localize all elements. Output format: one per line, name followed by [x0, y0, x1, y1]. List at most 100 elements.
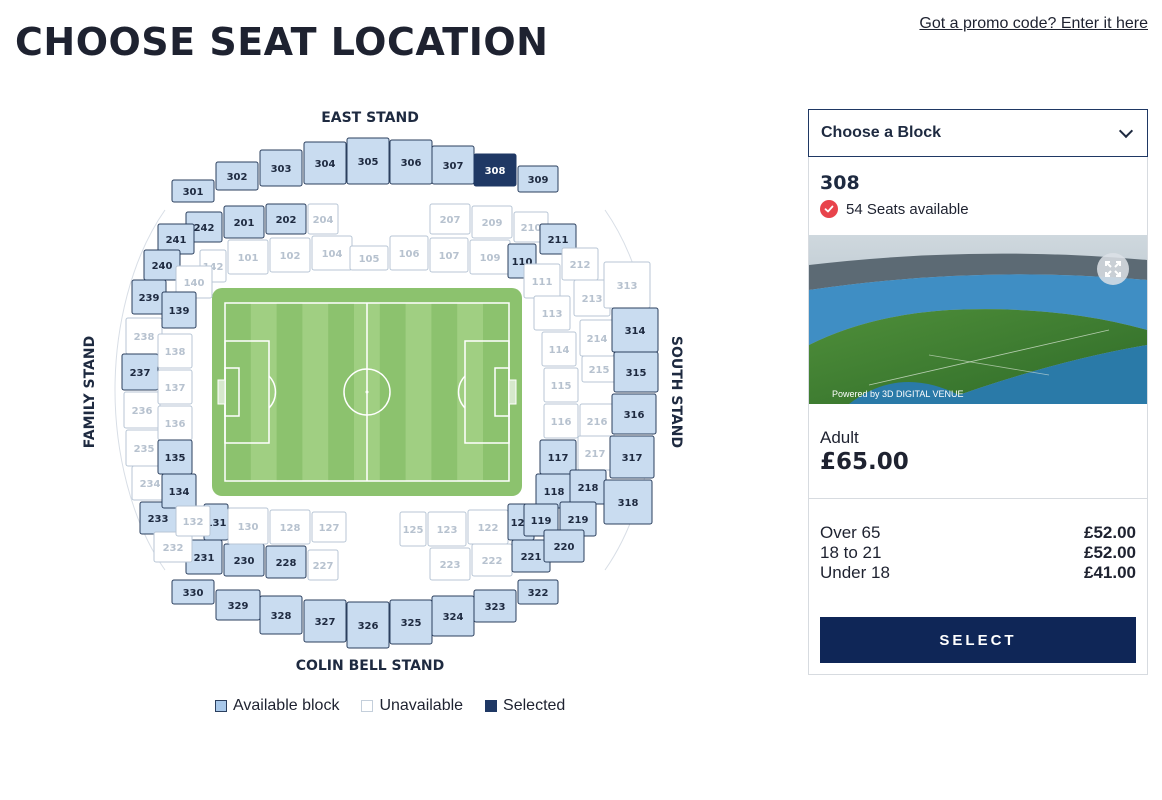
- block-shape[interactable]: [303, 599, 347, 643]
- block-135[interactable]: 135: [157, 439, 193, 475]
- block-303[interactable]: 303: [259, 149, 303, 187]
- block-shape[interactable]: [517, 579, 559, 605]
- block-324[interactable]: 324: [431, 595, 475, 637]
- block-201[interactable]: 201: [223, 205, 265, 239]
- block-220[interactable]: 220: [543, 529, 585, 563]
- map-legend: Available block Unavailable Selected: [215, 697, 587, 715]
- block-shape[interactable]: [473, 153, 517, 187]
- block-240[interactable]: 240: [143, 249, 181, 281]
- block-301[interactable]: 301: [171, 179, 215, 203]
- pitch-stripe: [250, 303, 277, 481]
- block-shape[interactable]: [223, 543, 265, 577]
- block-shape[interactable]: [473, 589, 517, 623]
- block-shape: [157, 369, 193, 405]
- stadium-view-illustration: [809, 235, 1147, 404]
- block-237[interactable]: 237: [121, 353, 159, 391]
- block-318[interactable]: 318: [603, 479, 653, 525]
- block-316[interactable]: 316: [611, 393, 657, 435]
- block-117[interactable]: 117: [539, 439, 577, 475]
- block-dropdown-label: Choose a Block: [821, 124, 942, 141]
- block-shape[interactable]: [569, 469, 607, 505]
- block-shape[interactable]: [223, 205, 265, 239]
- block-230[interactable]: 230: [223, 543, 265, 577]
- block-239[interactable]: 239: [131, 279, 167, 315]
- block-shape[interactable]: [259, 149, 303, 187]
- block-306[interactable]: 306: [389, 139, 433, 185]
- block-shape[interactable]: [543, 529, 585, 563]
- block-shape[interactable]: [346, 137, 390, 185]
- block-238: 238: [125, 317, 163, 355]
- block-328[interactable]: 328: [259, 595, 303, 635]
- block-shape[interactable]: [143, 249, 181, 281]
- adult-ticket-type: Adult: [820, 428, 859, 447]
- block-shape: [427, 511, 467, 547]
- block-shape[interactable]: [517, 165, 559, 193]
- block-dropdown[interactable]: Choose a Block: [808, 109, 1148, 157]
- block-209: 209: [471, 205, 513, 239]
- block-shape[interactable]: [259, 595, 303, 635]
- colin-bell-stand-label: COLIN BELL STAND: [296, 658, 445, 674]
- block-shape[interactable]: [611, 307, 659, 353]
- block-shape: [577, 435, 613, 471]
- unavailable-swatch: [361, 700, 374, 712]
- block-308[interactable]: 308: [473, 153, 517, 187]
- block-shape[interactable]: [161, 473, 197, 509]
- block-314[interactable]: 314: [611, 307, 659, 353]
- block-shape[interactable]: [346, 601, 390, 649]
- block-304[interactable]: 304: [303, 141, 347, 185]
- block-104: 104: [311, 235, 353, 271]
- block-113: 113: [533, 295, 571, 331]
- block-shape[interactable]: [215, 589, 261, 621]
- expand-icon: [1105, 261, 1121, 277]
- block-shape: [471, 543, 513, 577]
- block-shape[interactable]: [611, 393, 657, 435]
- block-shape[interactable]: [431, 145, 475, 185]
- block-202[interactable]: 202: [265, 203, 307, 235]
- block-shape[interactable]: [171, 179, 215, 203]
- block-327[interactable]: 327: [303, 599, 347, 643]
- block-317[interactable]: 317: [609, 435, 655, 479]
- block-shape[interactable]: [157, 439, 193, 475]
- block-218[interactable]: 218: [569, 469, 607, 505]
- expand-view-button[interactable]: [1097, 253, 1129, 285]
- block-309[interactable]: 309: [517, 165, 559, 193]
- block-shape[interactable]: [265, 203, 307, 235]
- block-322[interactable]: 322: [517, 579, 559, 605]
- block-shape[interactable]: [303, 141, 347, 185]
- block-302[interactable]: 302: [215, 161, 259, 191]
- block-134[interactable]: 134: [161, 473, 197, 509]
- block-shape[interactable]: [265, 545, 307, 579]
- block-105: 105: [349, 245, 389, 271]
- block-329[interactable]: 329: [215, 589, 261, 621]
- block-shape[interactable]: [613, 351, 659, 393]
- block-127: 127: [311, 511, 347, 543]
- block-228[interactable]: 228: [265, 545, 307, 579]
- block-shape[interactable]: [215, 161, 259, 191]
- block-shape[interactable]: [131, 279, 167, 315]
- block-305[interactable]: 305: [346, 137, 390, 185]
- block-315[interactable]: 315: [613, 351, 659, 393]
- block-307[interactable]: 307: [431, 145, 475, 185]
- block-shape[interactable]: [609, 435, 655, 479]
- block-shape: [533, 295, 571, 331]
- block-shape[interactable]: [539, 439, 577, 475]
- block-323[interactable]: 323: [473, 589, 517, 623]
- block-330[interactable]: 330: [171, 579, 215, 605]
- block-107: 107: [429, 237, 469, 273]
- block-shape[interactable]: [389, 599, 433, 645]
- block-shape: [399, 511, 427, 547]
- block-shape: [543, 403, 579, 439]
- block-shape[interactable]: [603, 479, 653, 525]
- select-button[interactable]: SELECT: [820, 617, 1136, 663]
- block-shape: [523, 263, 561, 299]
- promo-code-link[interactable]: Got a promo code? Enter it here: [919, 15, 1148, 33]
- block-shape[interactable]: [121, 353, 159, 391]
- block-111: 111: [523, 263, 561, 299]
- block-326[interactable]: 326: [346, 601, 390, 649]
- block-139[interactable]: 139: [161, 291, 197, 329]
- block-shape[interactable]: [171, 579, 215, 605]
- block-325[interactable]: 325: [389, 599, 433, 645]
- block-shape[interactable]: [389, 139, 433, 185]
- block-shape[interactable]: [161, 291, 197, 329]
- block-shape[interactable]: [431, 595, 475, 637]
